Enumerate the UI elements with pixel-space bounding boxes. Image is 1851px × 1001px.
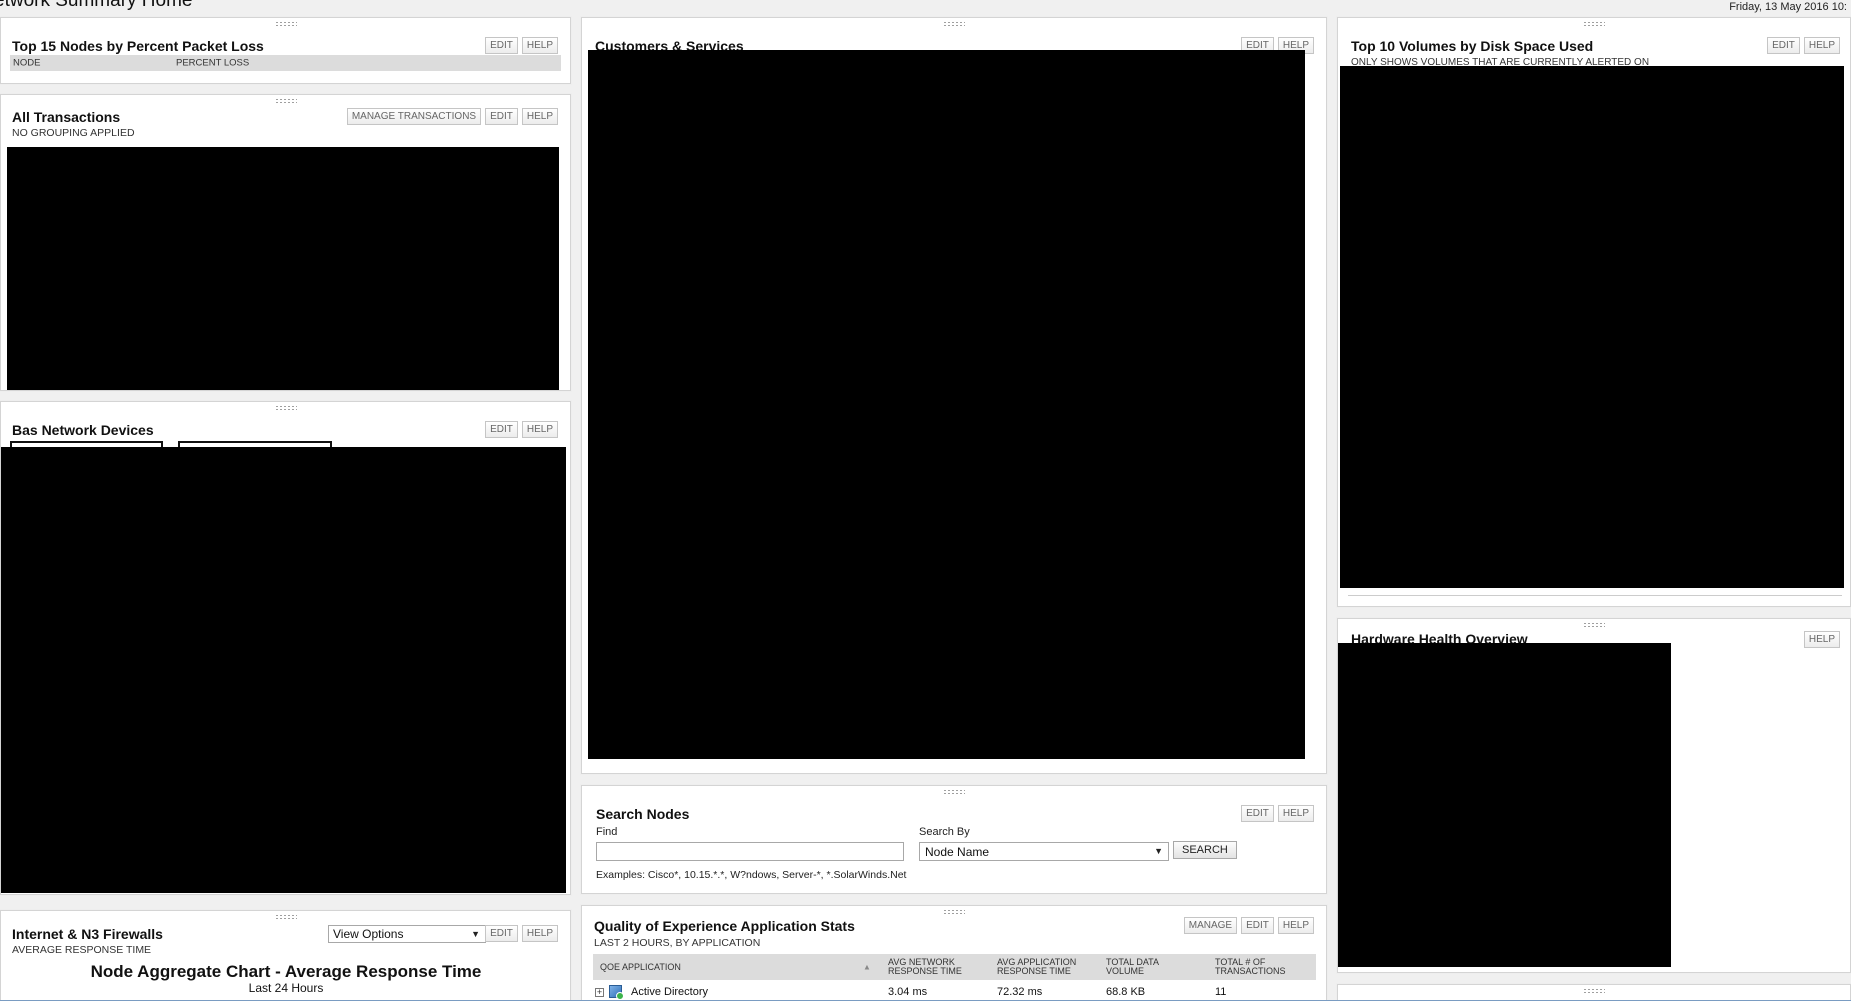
transactions-subtitle: NO GROUPING APPLIED [12, 127, 135, 139]
qoe-title: Quality of Experience Application Stats [594, 918, 855, 934]
help-button[interactable]: HELP [1803, 37, 1840, 54]
hardware-buttons: HELP [1803, 631, 1840, 648]
qoe-avg-network: 3.04 ms [888, 986, 928, 998]
customers-panel: Customers & Services EDIT HELP [581, 17, 1327, 774]
bas-devices-title: Bas Network Devices [12, 422, 154, 438]
sort-ascending-icon[interactable]: ▲ [863, 963, 871, 972]
search-examples: Examples: Cisco*, 10.15.*.*, W?ndows, Se… [596, 869, 907, 881]
drag-handle[interactable] [274, 21, 297, 27]
packet-loss-buttons: EDIT HELP [485, 37, 558, 54]
volumes-title: Top 10 Volumes by Disk Space Used [1351, 38, 1594, 54]
page-title: etwork Summary Home [0, 0, 193, 11]
qoe-panel: Quality of Experience Application Stats … [581, 905, 1327, 1001]
column-node[interactable]: NODE [13, 58, 40, 69]
qoe-buttons: MANAGE EDIT HELP [1183, 917, 1314, 934]
volumes-panel: Top 10 Volumes by Disk Space Used ONLY S… [1337, 17, 1851, 607]
column-avg-network-response[interactable]: AVG NETWORK RESPONSE TIME [888, 958, 962, 976]
drag-handle[interactable] [943, 789, 965, 795]
qoe-app-name[interactable]: Active Directory [631, 986, 708, 998]
drag-handle[interactable] [1583, 21, 1605, 27]
application-icon [609, 985, 624, 1001]
help-button[interactable]: HELP [521, 37, 558, 54]
chart-subtitle: Last 24 Hours [248, 981, 324, 995]
view-options-select[interactable]: View Options ▼ [328, 925, 486, 943]
drag-handle[interactable] [274, 405, 297, 411]
packet-loss-title: Top 15 Nodes by Percent Packet Loss [12, 38, 264, 54]
bottom-right-panel [1337, 984, 1851, 1001]
qoe-transactions: 11 [1215, 986, 1227, 998]
packet-loss-panel: Top 15 Nodes by Percent Packet Loss EDIT… [0, 17, 571, 84]
help-button[interactable]: HELP [521, 108, 558, 125]
redacted-region [588, 50, 1305, 759]
view-options-value: View Options [333, 927, 404, 941]
help-button[interactable]: HELP [521, 421, 558, 438]
column-total-data-volume[interactable]: TOTAL DATA VOLUME [1106, 958, 1159, 976]
help-button[interactable]: HELP [1277, 805, 1314, 822]
chevron-down-icon: ▼ [1154, 846, 1163, 856]
search-nodes-buttons: EDIT HELP [1241, 805, 1314, 822]
packet-loss-table-header: NODE PERCENT LOSS [10, 55, 561, 71]
help-button[interactable]: HELP [1803, 631, 1840, 648]
drag-handle[interactable] [274, 98, 297, 104]
search-by-label: Search By [919, 826, 970, 838]
find-label: Find [596, 826, 618, 838]
chart-title: Node Aggregate Chart - Average Response … [90, 962, 482, 981]
help-button[interactable]: HELP [521, 925, 558, 942]
drag-handle[interactable] [943, 909, 965, 915]
qoe-table-header: QOE APPLICATION ▲ AVG NETWORK RESPONSE TI… [593, 954, 1316, 980]
column-qoe-application[interactable]: QOE APPLICATION [600, 962, 681, 972]
drag-handle[interactable] [274, 914, 297, 920]
manage-transactions-button[interactable]: MANAGE TRANSACTIONS [346, 108, 482, 125]
edit-button[interactable]: EDIT [485, 421, 518, 438]
volumes-buttons: EDIT HELP [1767, 37, 1840, 54]
drag-handle[interactable] [1583, 988, 1605, 994]
redacted-region [7, 147, 559, 390]
edit-button[interactable]: EDIT [1241, 805, 1274, 822]
column-percent-loss[interactable]: PERCENT LOSS [176, 58, 249, 69]
column-total-transactions[interactable]: TOTAL # OF TRANSACTIONS [1215, 958, 1286, 976]
redacted-region [1, 447, 566, 893]
bas-devices-panel: Bas Network Devices EDIT HELP [0, 401, 571, 895]
table-row[interactable]: + Active Directory 3.04 ms 72.32 ms 68.8… [593, 984, 1316, 1000]
edit-button[interactable]: EDIT [1241, 917, 1274, 934]
divider [1348, 595, 1842, 596]
redacted-region [1340, 66, 1844, 588]
qoe-avg-application: 72.32 ms [997, 986, 1043, 998]
edit-button[interactable]: EDIT [485, 37, 518, 54]
firewalls-subtitle: AVERAGE RESPONSE TIME [12, 944, 152, 956]
firewalls-title: Internet & N3 Firewalls [12, 926, 163, 942]
edit-button[interactable]: EDIT [485, 108, 518, 125]
search-nodes-title: Search Nodes [596, 806, 690, 822]
drag-handle[interactable] [1583, 622, 1605, 628]
page-date: Friday, 13 May 2016 10: [1729, 1, 1847, 13]
manage-button[interactable]: MANAGE [1183, 917, 1238, 934]
search-by-value: Node Name [925, 845, 990, 859]
transactions-title: All Transactions [12, 109, 121, 125]
search-nodes-panel: Search Nodes EDIT HELP Find Search By No… [581, 785, 1327, 894]
transactions-buttons: MANAGE TRANSACTIONS EDIT HELP [346, 108, 558, 125]
find-input[interactable] [596, 842, 904, 861]
hardware-panel: Hardware Health Overview HELP [1337, 618, 1851, 973]
expand-icon[interactable]: + [595, 986, 604, 998]
edit-button[interactable]: EDIT [1767, 37, 1800, 54]
column-avg-application-response[interactable]: AVG APPLICATION RESPONSE TIME [997, 958, 1076, 976]
chevron-down-icon: ▼ [471, 929, 480, 939]
search-by-select[interactable]: Node Name ▼ [919, 842, 1169, 861]
qoe-subtitle: LAST 2 HOURS, BY APPLICATION [594, 937, 761, 949]
transactions-panel: All Transactions NO GROUPING APPLIED MAN… [0, 94, 571, 391]
qoe-data-volume: 68.8 KB [1106, 986, 1146, 998]
firewalls-buttons: EDIT HELP [485, 925, 558, 942]
redacted-region [1338, 643, 1671, 967]
firewalls-panel: Internet & N3 Firewalls AVERAGE RESPONSE… [0, 910, 571, 1001]
bas-devices-buttons: EDIT HELP [485, 421, 558, 438]
help-button[interactable]: HELP [1277, 917, 1314, 934]
drag-handle[interactable] [943, 21, 965, 27]
search-button[interactable]: SEARCH [1173, 841, 1237, 859]
edit-button[interactable]: EDIT [485, 925, 518, 942]
